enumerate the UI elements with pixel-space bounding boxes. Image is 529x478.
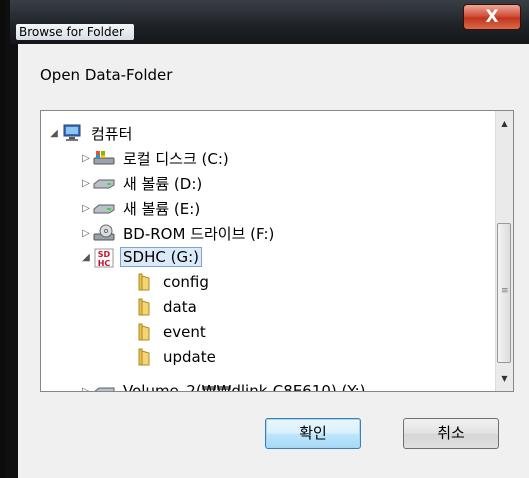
- expander-collapsed-icon[interactable]: ▷: [79, 228, 93, 239]
- scroll-down-icon[interactable]: ▼: [496, 370, 513, 387]
- tree-item-label: update: [163, 348, 216, 366]
- expander-collapsed-icon[interactable]: ▷: [79, 178, 93, 189]
- folder-icon: [133, 273, 155, 291]
- expander-collapsed-icon[interactable]: ▷: [79, 153, 93, 164]
- drive-icon: [93, 174, 115, 192]
- tree-item-folder-data[interactable]: data: [133, 295, 200, 319]
- expander-collapsed-icon[interactable]: ▷: [79, 386, 93, 392]
- computer-icon: [61, 124, 83, 142]
- browse-for-folder-window: Browse for Folder X Open Data-Folder ◢ 컴…: [0, 0, 529, 478]
- svg-text:SD: SD: [98, 250, 111, 259]
- sdhc-card-icon: SD HC: [93, 248, 115, 268]
- tree-item-drive-c[interactable]: ▷ 로컬 디스크 (C:): [79, 146, 232, 170]
- tree-item-label: 로컬 디스크 (C:): [123, 149, 229, 168]
- tree-item-label: 새 볼륨 (D:): [123, 174, 203, 193]
- scroll-thumb[interactable]: ≡: [497, 223, 511, 363]
- tree-item-label: 컴퓨터: [91, 124, 133, 143]
- network-drive-icon: [93, 382, 115, 391]
- tree-item-drive-f[interactable]: ▷ BD-ROM 드라이브 (F:): [79, 221, 277, 245]
- tree-scrollbar[interactable]: ▲ ≡ ▼: [495, 111, 513, 391]
- drive-icon: [93, 199, 115, 217]
- cancel-button[interactable]: 취소: [403, 418, 499, 449]
- tree-item-drive-d[interactable]: ▷ 새 볼륨 (D:): [79, 171, 205, 195]
- tree-item-folder-event[interactable]: event: [133, 320, 209, 344]
- dialog-description: Open Data-Folder: [40, 66, 173, 84]
- ok-button[interactable]: 확인: [265, 418, 361, 449]
- window-title: Browse for Folder: [16, 24, 134, 40]
- folder-icon: [133, 298, 155, 316]
- grip-icon: ≡: [501, 286, 509, 296]
- expander-expanded-icon[interactable]: ◢: [79, 252, 93, 263]
- tree-item-computer[interactable]: ◢ 컴퓨터: [47, 121, 135, 145]
- tree-item-label: event: [163, 323, 206, 341]
- close-button[interactable]: X: [463, 4, 521, 30]
- folder-tree[interactable]: ◢ 컴퓨터 ▷ 로컬 디스크 (C:) ▷ 새 볼륨 (D:) ▷ 새 볼륨 (…: [40, 110, 514, 392]
- local-disk-icon: [93, 149, 115, 167]
- expander-collapsed-icon[interactable]: ▷: [79, 203, 93, 214]
- bd-rom-icon: [93, 224, 115, 242]
- dialog-body: Open Data-Folder ◢ 컴퓨터 ▷ 로컬 디스크 (C:) ▷ 새…: [18, 44, 529, 478]
- tree-item-label: data: [163, 298, 197, 316]
- folder-icon: [133, 348, 155, 366]
- tree-item-label: Volume_2(₩₩dlink-C8E610) (Y:): [123, 382, 366, 392]
- tree-item-label: config: [163, 273, 209, 291]
- tree-item-drive-e[interactable]: ▷ 새 볼륨 (E:): [79, 196, 203, 220]
- scroll-up-icon[interactable]: ▲: [496, 115, 513, 132]
- tree-item-network-drive-y[interactable]: ▷ Volume_2(₩₩dlink-C8E610) (Y:): [79, 379, 368, 392]
- tree-item-label: BD-ROM 드라이브 (F:): [123, 224, 275, 243]
- title-bar[interactable]: Browse for Folder X: [10, 0, 529, 44]
- expander-expanded-icon[interactable]: ◢: [47, 128, 61, 139]
- tree-item-drive-g[interactable]: ◢ SD HC SDHC (G:): [79, 245, 202, 269]
- tree-item-label: 새 볼륨 (E:): [123, 199, 201, 218]
- tree-item-folder-config[interactable]: config: [133, 270, 212, 294]
- tree-item-label: SDHC (G:): [120, 247, 202, 267]
- tree-item-folder-update[interactable]: update: [133, 345, 219, 369]
- svg-text:HC: HC: [98, 259, 111, 268]
- folder-icon: [133, 323, 155, 341]
